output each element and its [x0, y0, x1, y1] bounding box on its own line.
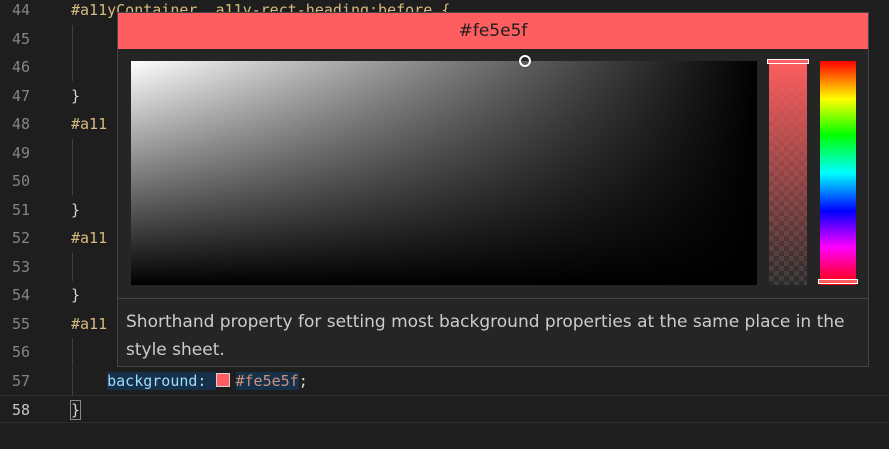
line-number: 54 — [11, 286, 30, 304]
hue-slider[interactable] — [818, 61, 858, 285]
code-text[interactable]: background: #fe5e5f; — [71, 367, 308, 395]
line-number: 51 — [11, 200, 30, 219]
color-value-label[interactable]: #fe5e5f — [459, 21, 528, 41]
code-text[interactable]: } — [71, 281, 80, 309]
line-number: 46 — [11, 58, 30, 76]
indent-guide — [72, 338, 73, 366]
indent-guide — [72, 167, 73, 195]
saturation-brightness-area[interactable] — [131, 55, 757, 285]
code-token: } — [71, 200, 81, 219]
line-number: 45 — [11, 29, 30, 48]
line-number: 55 — [11, 314, 30, 333]
line-number: 49 — [11, 143, 30, 162]
line-number: 56 — [11, 343, 30, 361]
line-number: 57 — [11, 371, 30, 390]
opacity-slider-handle[interactable] — [767, 59, 809, 64]
code-token: } — [71, 86, 81, 105]
indent-guide — [72, 53, 73, 81]
code-token: #fe5e5f — [235, 371, 299, 390]
color-swatch[interactable] — [215, 372, 230, 387]
property-description: Shorthand property for setting most back… — [126, 312, 845, 360]
code-token: #a11 — [71, 229, 108, 247]
opacity-slider[interactable] — [767, 59, 809, 285]
code-token: ; — [298, 371, 308, 390]
code-token: } — [71, 286, 81, 304]
line-number: 53 — [11, 257, 30, 276]
line-number: 58 — [11, 401, 30, 419]
code-line[interactable]: 58} — [0, 395, 889, 423]
code-token: #a11 — [71, 115, 108, 133]
code-text[interactable]: #a11 — [71, 224, 107, 252]
code-text[interactable]: } — [69, 396, 82, 424]
line-number: 47 — [11, 86, 30, 105]
hover-divider — [118, 298, 868, 299]
indent-guide — [72, 138, 73, 167]
code-text[interactable]: } — [71, 82, 80, 110]
line-number: 48 — [11, 115, 30, 133]
indent-guide — [72, 24, 73, 53]
code-line[interactable]: 57 background: #fe5e5f; — [0, 366, 889, 395]
code-text[interactable]: } — [71, 196, 80, 224]
saturation-handle[interactable] — [519, 55, 532, 67]
line-number: 50 — [11, 172, 30, 190]
line-number: 52 — [11, 229, 30, 247]
line-number: 44 — [11, 1, 30, 19]
code-text[interactable]: #a11 — [71, 310, 107, 338]
color-picker-popup: #fe5e5f Shorthand property for setting m… — [117, 12, 869, 367]
indent-guide — [72, 252, 73, 281]
code-text[interactable]: #a11 — [71, 110, 107, 138]
hue-slider-handle[interactable] — [818, 278, 858, 284]
code-token: } — [69, 400, 82, 420]
color-picker-header[interactable]: #fe5e5f — [118, 13, 868, 49]
code-token: background: — [107, 371, 216, 390]
code-token: #a11 — [71, 314, 108, 333]
